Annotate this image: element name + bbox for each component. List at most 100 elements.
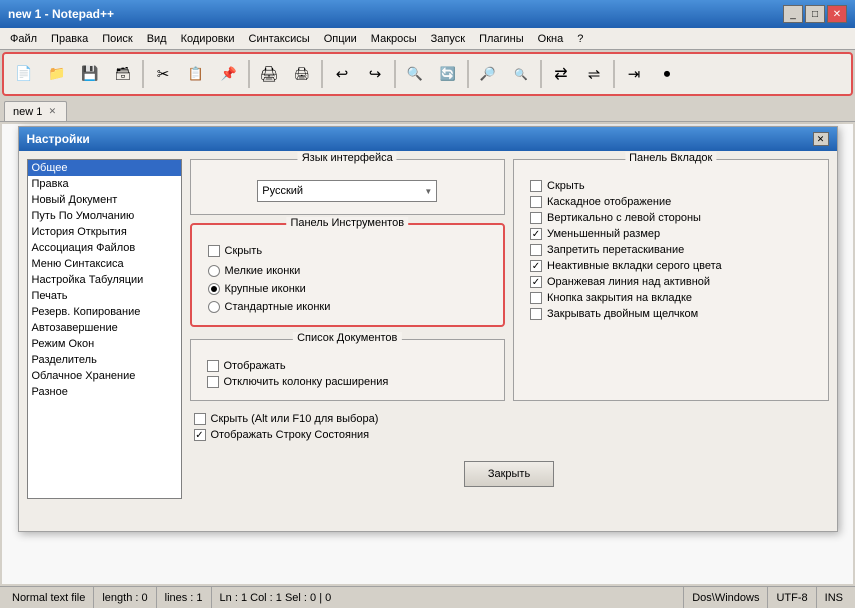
menu-edit[interactable]: Правка — [45, 31, 94, 47]
tab-close-button[interactable]: ✕ — [46, 106, 58, 118]
tab-small-label: Уменьшенный размер — [547, 228, 660, 240]
radio-standard-icons-circle[interactable] — [208, 301, 220, 313]
undo-button[interactable] — [326, 57, 358, 91]
radio-small-icons-circle[interactable] — [208, 265, 220, 277]
menu-run[interactable]: Запуск — [425, 31, 471, 47]
list-item-history[interactable]: История Открытия — [28, 224, 181, 240]
menu-file[interactable]: Файл — [4, 31, 43, 47]
tab-small-checkbox[interactable]: ✓ Уменьшенный размер — [530, 228, 812, 240]
tab-hide-box[interactable] — [530, 180, 542, 192]
tab-orange-checkbox[interactable]: ✓ Оранжевая линия над активной — [530, 276, 812, 288]
indent-button[interactable] — [618, 57, 650, 91]
open-file-button[interactable] — [41, 57, 73, 91]
status-insert-mode-text: INS — [825, 592, 843, 604]
tab-cascade-checkbox[interactable]: Каскадное отображение — [530, 196, 812, 208]
list-item-window-mode[interactable]: Режим Окон — [28, 336, 181, 352]
redo-button[interactable] — [359, 57, 391, 91]
cut-button[interactable] — [147, 57, 179, 91]
list-item-autocomplete[interactable]: Автозавершение — [28, 320, 181, 336]
list-item-backup[interactable]: Резерв. Копирование — [28, 304, 181, 320]
list-item-newdoc[interactable]: Новый Документ — [28, 192, 181, 208]
tab-vertical-checkbox[interactable]: Вертикально с левой стороны — [530, 212, 812, 224]
menu-help[interactable]: ? — [571, 31, 589, 47]
hide-alt-box[interactable] — [194, 413, 206, 425]
toolbar-radios: Мелкие иконки Крупные иконки Стандартные… — [200, 261, 496, 317]
replace-button[interactable] — [432, 57, 464, 91]
doclist-show-box[interactable] — [207, 360, 219, 372]
find-button[interactable] — [399, 57, 431, 91]
list-item-general[interactable]: Общее — [28, 160, 181, 176]
lang-dropdown[interactable]: Русский ▼ — [257, 180, 437, 202]
doclist-noext-box[interactable] — [207, 376, 219, 388]
settings-listbox[interactable]: Общее Правка Новый Документ Путь По Умол… — [27, 159, 182, 499]
radio-large-icons-circle[interactable] — [208, 283, 220, 295]
print-options-button[interactable]: 🖨 — [286, 57, 318, 91]
show-statusbar-box[interactable]: ✓ — [194, 429, 206, 441]
tab-nodrag-box[interactable] — [530, 244, 542, 256]
list-item-misc[interactable]: Разное — [28, 384, 181, 400]
new-file-button[interactable] — [8, 57, 40, 91]
zoom-out-button[interactable] — [505, 57, 537, 91]
radio-small-icons[interactable]: Мелкие иконки — [208, 265, 488, 277]
save-button[interactable] — [74, 57, 106, 91]
toolbar-hide-box[interactable] — [208, 245, 220, 257]
close-window-button[interactable]: ✕ — [827, 5, 847, 23]
zoom-out-icon — [514, 65, 528, 83]
list-item-edit[interactable]: Правка — [28, 176, 181, 192]
menu-encoding[interactable]: Кодировки — [175, 31, 241, 47]
print-icon: 🖨 — [259, 65, 278, 83]
doclist-noext-checkbox[interactable]: Отключить колонку расширения — [207, 376, 489, 388]
list-item-syntax-menu[interactable]: Меню Синтаксиса — [28, 256, 181, 272]
menu-options[interactable]: Опции — [318, 31, 363, 47]
radio-large-icons[interactable]: Крупные иконки — [208, 283, 488, 295]
radio-standard-icons[interactable]: Стандартные иконки — [208, 301, 488, 313]
list-item-tab-settings[interactable]: Настройка Табуляции — [28, 272, 181, 288]
menu-view[interactable]: Вид — [141, 31, 173, 47]
status-filetype-text: Normal text file — [12, 592, 85, 604]
tab-nodrag-checkbox[interactable]: Запретить перетаскивание — [530, 244, 812, 256]
tab-closebutton-label: Кнопка закрытия на вкладке — [547, 292, 692, 304]
paste-button[interactable] — [213, 57, 245, 91]
list-item-print[interactable]: Печать — [28, 288, 181, 304]
copy-button[interactable] — [180, 57, 212, 91]
sync-button[interactable] — [545, 57, 577, 91]
tab-inactive-checkbox[interactable]: ✓ Неактивные вкладки серого цвета — [530, 260, 812, 272]
undo-icon — [336, 65, 349, 84]
tab-closebutton-checkbox[interactable]: Кнопка закрытия на вкладке — [530, 292, 812, 304]
menu-syntax[interactable]: Синтаксисы — [243, 31, 316, 47]
tab-cascade-box[interactable] — [530, 196, 542, 208]
tab-hide-checkbox[interactable]: Скрыть — [530, 180, 812, 192]
tab-new1[interactable]: new 1 ✕ — [4, 101, 67, 121]
menu-macros[interactable]: Макросы — [365, 31, 423, 47]
status-insert-mode: INS — [817, 587, 851, 608]
list-item-divider[interactable]: Разделитель — [28, 352, 181, 368]
menu-window[interactable]: Окна — [532, 31, 570, 47]
toolbar-sep-3 — [321, 60, 323, 88]
sync2-button[interactable]: ⇌ — [578, 57, 610, 91]
toolbar-hide-checkbox[interactable]: Скрыть — [208, 245, 488, 257]
tab-vertical-box[interactable] — [530, 212, 542, 224]
tab-dblclose-box[interactable] — [530, 308, 542, 320]
tab-small-box[interactable]: ✓ — [530, 228, 542, 240]
show-statusbar-checkbox[interactable]: ✓ Отображать Строку Состояния — [194, 429, 821, 441]
tab-inactive-box[interactable]: ✓ — [530, 260, 542, 272]
zoom-in-button[interactable] — [472, 57, 504, 91]
menu-plugins[interactable]: Плагины — [473, 31, 530, 47]
list-item-cloud[interactable]: Облачное Хранение — [28, 368, 181, 384]
toolbar-checkboxes: Скрыть — [200, 241, 496, 261]
list-item-path[interactable]: Путь По Умолчанию — [28, 208, 181, 224]
dialog-close-button[interactable]: ✕ — [813, 132, 829, 146]
tab-dblclose-checkbox[interactable]: Закрывать двойным щелчком — [530, 308, 812, 320]
save-all-button[interactable] — [107, 57, 139, 91]
list-item-assoc[interactable]: Ассоциация Файлов — [28, 240, 181, 256]
minimize-button[interactable]: _ — [783, 5, 803, 23]
hide-alt-checkbox[interactable]: Скрыть (Alt или F10 для выбора) — [194, 413, 821, 425]
tab-closebutton-box[interactable] — [530, 292, 542, 304]
menu-search[interactable]: Поиск — [96, 31, 138, 47]
dialog-close-btn[interactable]: Закрыть — [464, 461, 554, 487]
doclist-show-checkbox[interactable]: Отображать — [207, 360, 489, 372]
maximize-button[interactable]: □ — [805, 5, 825, 23]
tab-orange-box[interactable]: ✓ — [530, 276, 542, 288]
macro-record-button[interactable] — [651, 57, 683, 91]
print-button[interactable]: 🖨 — [253, 57, 285, 91]
